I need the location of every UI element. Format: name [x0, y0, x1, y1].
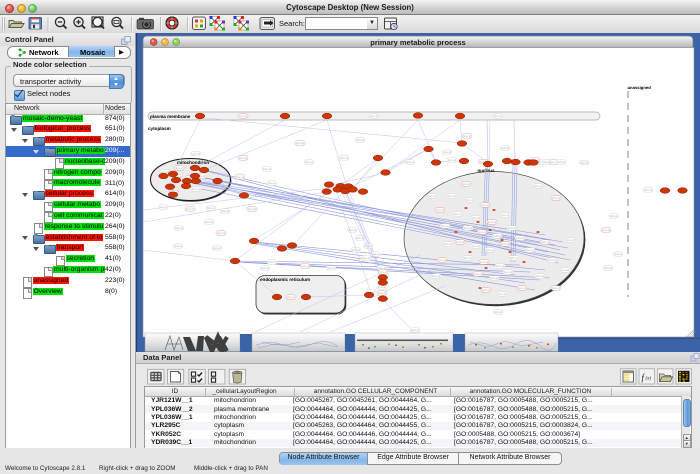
svg-text:[xxx-x]: [xxx-x] [432, 274, 440, 278]
svg-text:[xxx-x]: [xxx-x] [406, 160, 414, 164]
svg-text:[xxx-x]: [xxx-x] [498, 292, 506, 296]
svg-text:[xxx-x]: [xxx-x] [340, 156, 348, 160]
svg-text:[xxx-x]: [xxx-x] [175, 166, 183, 170]
svg-text:[xxx-x]: [xxx-x] [486, 248, 494, 252]
svg-text:endoplasmic reticulum: endoplasmic reticulum [260, 277, 310, 282]
svg-text:[xxx-x]: [xxx-x] [504, 270, 512, 274]
svg-text:[xxx-x]: [xxx-x] [372, 252, 380, 256]
svg-text:[xxx-x]: [xxx-x] [557, 160, 565, 164]
svg-text:[xxx-x]: [xxx-x] [239, 156, 247, 160]
svg-text:[xxx-x]: [xxx-x] [602, 228, 610, 232]
svg-text:[xxx-x]: [xxx-x] [296, 141, 304, 145]
svg-text:[xxx-x]: [xxx-x] [428, 194, 436, 198]
svg-text:[xxx-x]: [xxx-x] [462, 182, 470, 186]
svg-text:unassigned: unassigned [628, 85, 652, 90]
svg-text:nucleus: nucleus [477, 168, 495, 173]
svg-text:[xxx-x]: [xxx-x] [464, 226, 472, 230]
svg-text:[xxx-x]: [xxx-x] [548, 258, 556, 262]
svg-text:plasma membrane: plasma membrane [150, 114, 191, 119]
svg-text:[xxx-x]: [xxx-x] [501, 242, 509, 246]
svg-text:[xxx-x]: [xxx-x] [526, 248, 534, 252]
svg-text:[xxx-x]: [xxx-x] [610, 214, 618, 218]
svg-text:[xxx-x]: [xxx-x] [239, 114, 247, 118]
svg-text:[xxx-x]: [xxx-x] [301, 264, 309, 268]
svg-text:[xxx-x]: [xxx-x] [448, 194, 456, 198]
svg-text:[xxx-x]: [xxx-x] [482, 288, 490, 292]
svg-text:[xxx-x]: [xxx-x] [580, 161, 588, 165]
svg-text:[xxx-x]: [xxx-x] [474, 272, 482, 276]
svg-text:[xxx-x]: [xxx-x] [448, 158, 456, 162]
svg-text:[xxx-x]: [xxx-x] [213, 246, 221, 250]
svg-text:[xxx-x]: [xxx-x] [456, 240, 464, 244]
svg-text:[xxx-x]: [xxx-x] [541, 240, 549, 244]
svg-text:[xxx-x]: [xxx-x] [552, 286, 560, 290]
svg-text:[xxx-x]: [xxx-x] [488, 220, 496, 224]
svg-text:[xxx-x]: [xxx-x] [501, 213, 509, 217]
svg-text:[xxx-x]: [xxx-x] [327, 266, 335, 270]
svg-text:[xxx-x]: [xxx-x] [174, 244, 182, 248]
svg-text:[xxx-x]: [xxx-x] [205, 220, 213, 224]
svg-text:[xxx-x]: [xxx-x] [379, 270, 387, 274]
svg-text:[xxx-x]: [xxx-x] [356, 138, 364, 142]
svg-text:[xxx-x]: [xxx-x] [268, 181, 276, 185]
svg-text:[xxx-x]: [xxx-x] [480, 260, 488, 264]
svg-text:[xxx-x]: [xxx-x] [494, 114, 502, 118]
svg-text:[xxx-x]: [xxx-x] [444, 242, 452, 246]
svg-text:[xxx-x]: [xxx-x] [496, 264, 504, 268]
svg-text:[xxx-x]: [xxx-x] [494, 310, 502, 314]
svg-text:cytoplasm: cytoplasm [148, 126, 171, 131]
svg-text:[xxx-x]: [xxx-x] [510, 256, 518, 260]
svg-text:[xxx-x]: [xxx-x] [516, 236, 524, 240]
svg-text:[xxx-x]: [xxx-x] [236, 175, 244, 179]
svg-text:[xxx-x]: [xxx-x] [221, 209, 229, 213]
svg-text:[xxx-x]: [xxx-x] [287, 295, 295, 299]
svg-text:[xxx-x]: [xxx-x] [518, 286, 526, 290]
svg-text:[xxx-x]: [xxx-x] [362, 256, 370, 260]
svg-text:[xxx-x]: [xxx-x] [493, 234, 501, 238]
svg-text:[xxx-x]: [xxx-x] [441, 224, 449, 228]
svg-text:[xxx-x]: [xxx-x] [464, 256, 472, 260]
svg-text:[xxx-x]: [xxx-x] [378, 291, 386, 295]
svg-text:[xxx-x]: [xxx-x] [411, 328, 419, 332]
svg-text:[xxx-x]: [xxx-x] [191, 152, 199, 156]
svg-text:[xxx-x]: [xxx-x] [261, 266, 269, 270]
svg-text:[xxx-x]: [xxx-x] [370, 114, 378, 118]
svg-text:[xxx-x]: [xxx-x] [644, 188, 652, 192]
svg-text:[xxx-x]: [xxx-x] [268, 260, 276, 264]
svg-text:[xxx-x]: [xxx-x] [501, 146, 509, 150]
svg-text:[xxx-x]: [xxx-x] [561, 268, 569, 272]
svg-text:[xxx-x]: [xxx-x] [217, 231, 225, 235]
svg-text:[xxx-x]: [xxx-x] [207, 206, 215, 210]
svg-text:[xxx-x]: [xxx-x] [566, 238, 574, 242]
svg-text:[xxx-x]: [xxx-x] [378, 285, 386, 289]
svg-text:[xxx-x]: [xxx-x] [508, 226, 516, 230]
svg-text:primary metabolic process: primary metabolic process [370, 38, 465, 47]
svg-text:[xxx-x]: [xxx-x] [472, 216, 480, 220]
svg-text:[xxx-x]: [xxx-x] [438, 258, 446, 262]
svg-text:[xxx-x]: [xxx-x] [159, 205, 167, 209]
svg-text:[xxx-x]: [xxx-x] [614, 252, 622, 256]
svg-text:[xxx-x]: [xxx-x] [248, 207, 256, 211]
svg-text:[xxx-x]: [xxx-x] [443, 150, 451, 154]
svg-text:[xxx-x]: [xxx-x] [534, 184, 542, 188]
svg-text:[xxx-x]: [xxx-x] [490, 276, 498, 280]
svg-text:[xxx-x]: [xxx-x] [481, 203, 489, 207]
svg-text:[xxx-x]: [xxx-x] [454, 212, 462, 216]
svg-text:[xxx-x]: [xxx-x] [536, 274, 544, 278]
svg-text:(x): (x) [646, 377, 652, 382]
svg-text:[xxx-x]: [xxx-x] [192, 187, 200, 191]
svg-text:[xxx-x]: [xxx-x] [478, 230, 486, 234]
svg-text:[xxx-x]: [xxx-x] [463, 134, 471, 138]
svg-text:[xxx-x]: [xxx-x] [472, 244, 480, 248]
svg-text:[xxx-x]: [xxx-x] [436, 208, 444, 212]
svg-text:[xxx-x]: [xxx-x] [175, 226, 183, 230]
svg-text:mitochondrion: mitochondrion [177, 160, 209, 165]
svg-text:[xxx-x]: [xxx-x] [305, 160, 313, 164]
svg-text:[xxx-x]: [xxx-x] [552, 196, 560, 200]
svg-text:[xxx-x]: [xxx-x] [466, 198, 474, 202]
svg-text:[xxx-x]: [xxx-x] [186, 207, 194, 211]
svg-text:[xxx-x]: [xxx-x] [604, 266, 612, 270]
svg-text:[xxx-x]: [xxx-x] [263, 167, 271, 171]
